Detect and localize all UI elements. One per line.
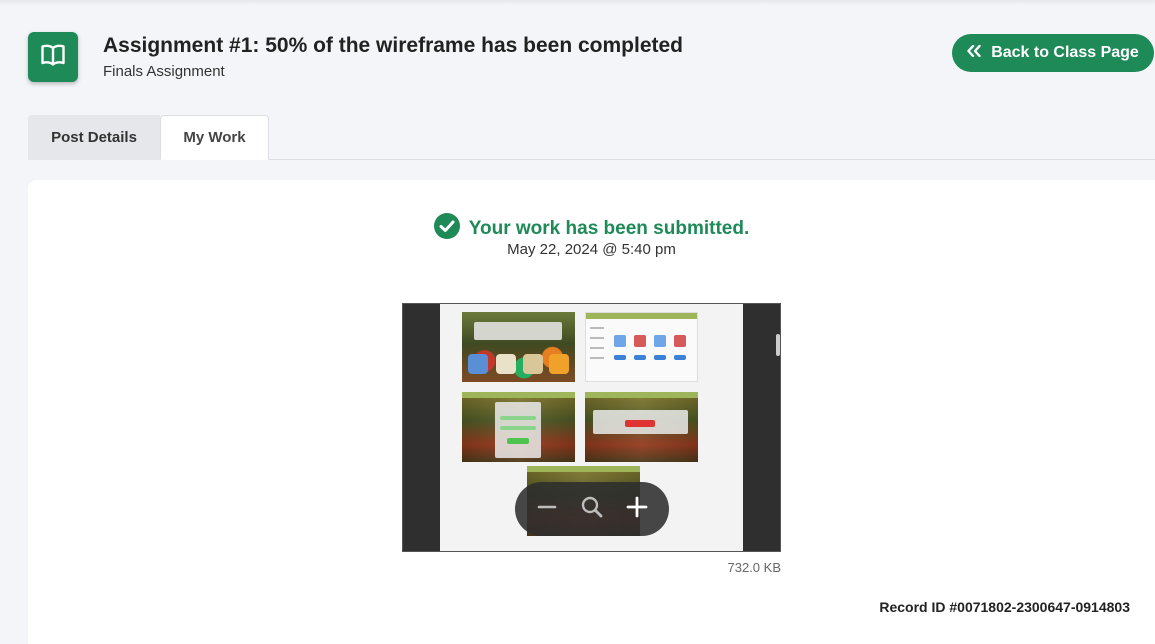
zoom-out-button[interactable] <box>530 492 564 526</box>
page-subtitle: Finals Assignment <box>103 63 225 80</box>
back-button-label: Back to Class Page <box>991 44 1139 61</box>
thumbnail-tile <box>549 354 569 374</box>
thumbnail-sidebar-line <box>590 327 604 329</box>
thumbnail-login-form <box>495 402 541 458</box>
back-to-class-button[interactable]: Back to Class Page <box>952 34 1154 72</box>
thumbnail-tile <box>496 354 516 374</box>
thumbnail-product <box>634 335 646 347</box>
page-header: Assignment #1: 50% of the wireframe has … <box>0 0 1155 110</box>
thumbnail-topbar <box>527 466 640 472</box>
zoom-in-icon <box>626 496 648 523</box>
zoom-controls <box>515 482 669 536</box>
zoom-out-icon <box>537 497 557 522</box>
tab-bar: Post Details My Work <box>28 115 269 160</box>
zoom-reset-button[interactable] <box>575 492 609 526</box>
assignment-icon-tile <box>28 32 78 82</box>
wireframe-thumbnail-catalog <box>585 312 698 382</box>
thumbnail-product <box>674 335 686 347</box>
zoom-reset-icon <box>580 495 604 524</box>
thumbnail-topbar <box>585 392 698 398</box>
zoom-in-button[interactable] <box>620 492 654 526</box>
wireframe-thumbnail-cart <box>585 392 698 462</box>
submission-status: Your work has been submitted. <box>28 213 1155 244</box>
thumbnail-input <box>500 416 536 420</box>
thumbnail-tile <box>468 354 488 374</box>
thumbnail-input <box>500 426 536 430</box>
thumbnail-price <box>614 355 626 360</box>
submission-card: Your work has been submitted. May 22, 20… <box>28 180 1155 644</box>
thumbnail-submit <box>507 438 529 444</box>
thumbnail-sidebar-line <box>590 357 604 359</box>
open-book-icon <box>40 43 66 72</box>
tab-label: Post Details <box>51 129 137 146</box>
wireframe-thumbnail-home <box>462 312 575 382</box>
thumbnail-topbar <box>462 392 575 398</box>
thumbnail-price <box>634 355 646 360</box>
record-id: Record ID #0071802-2300647-0914803 <box>879 599 1130 615</box>
tab-label: My Work <box>183 129 246 146</box>
thumbnail-sidebar-line <box>590 347 604 349</box>
tab-post-details[interactable]: Post Details <box>28 115 160 160</box>
thumbnail-dialog-button <box>625 420 655 427</box>
page-title: Assignment #1: 50% of the wireframe has … <box>103 34 684 57</box>
tab-my-work[interactable]: My Work <box>160 115 269 160</box>
check-circle-icon <box>433 213 460 244</box>
submission-date: May 22, 2024 @ 5:40 pm <box>507 241 676 258</box>
thumbnail-product <box>614 335 626 347</box>
thumbnail-product <box>654 335 666 347</box>
file-size: 732.0 KB <box>727 560 782 575</box>
thumbnail-tile <box>523 354 543 374</box>
thumbnail-topbar <box>586 313 697 319</box>
viewer-scrollbar[interactable] <box>776 334 780 356</box>
thumbnail-price <box>674 355 686 360</box>
submission-status-text: Your work has been submitted. <box>468 217 750 239</box>
document-preview-viewer[interactable] <box>402 303 781 552</box>
thumbnail-sidebar-line <box>590 337 604 339</box>
thumbnail-price <box>654 355 666 360</box>
thumbnail-banner <box>474 322 562 340</box>
wireframe-thumbnail-login <box>462 392 575 462</box>
double-chevron-left-icon <box>967 44 981 62</box>
